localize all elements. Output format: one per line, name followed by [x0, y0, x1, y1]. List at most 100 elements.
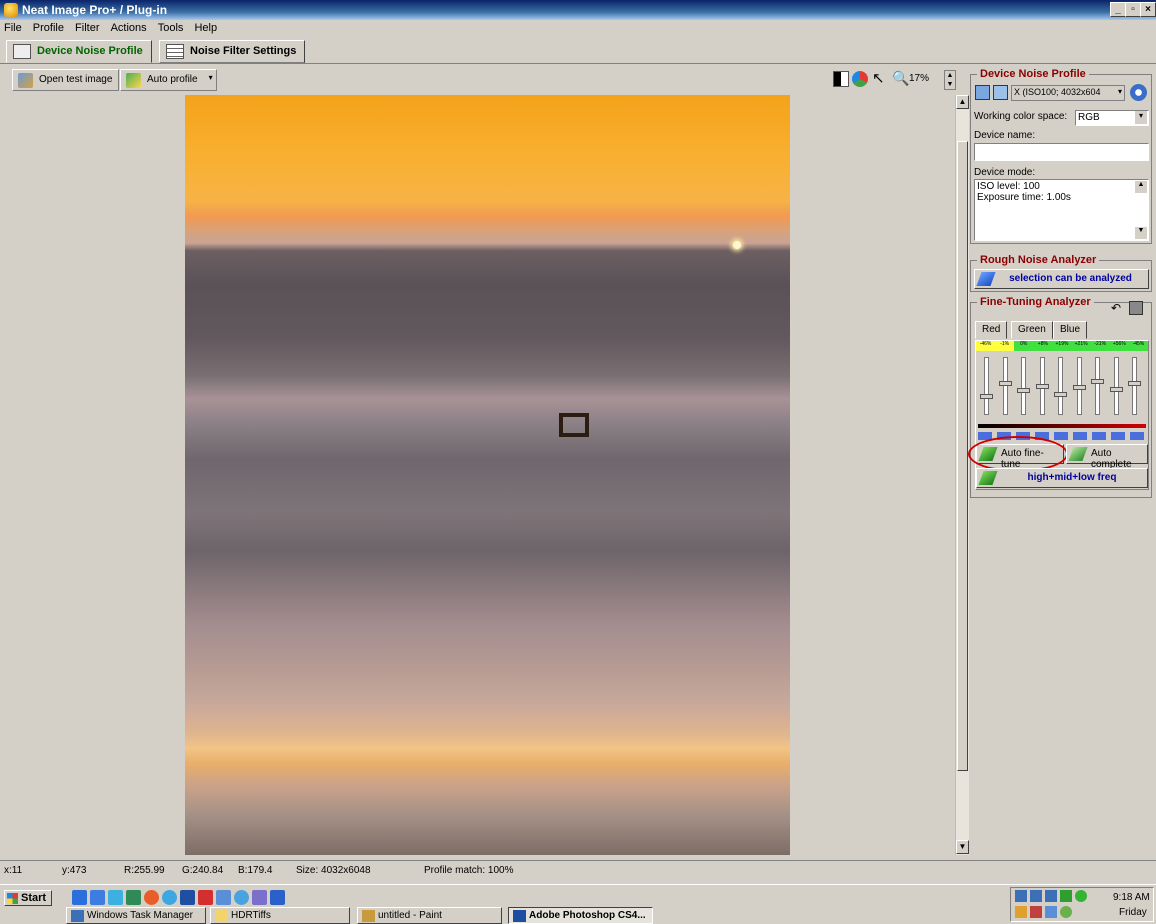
scroll-up-icon[interactable]: ▲ [956, 95, 969, 109]
fine-tune-slider[interactable] [1128, 357, 1141, 415]
slider-knob[interactable] [998, 381, 1012, 386]
task-windows-task-manager[interactable]: Windows Task Manager [66, 907, 206, 924]
undo-icon[interactable]: ↶ [1111, 301, 1121, 315]
preview-image[interactable] [185, 95, 790, 855]
load-profile-icon[interactable] [975, 85, 990, 100]
tray-app-icon[interactable] [1060, 906, 1072, 918]
analyze-selection-button[interactable]: selection can be analyzed [974, 269, 1149, 289]
working-color-space-label: Working color space: [974, 111, 1068, 122]
fine-tune-slider[interactable] [1109, 357, 1123, 415]
title-bar: Neat Image Pro+ / Plug-in _ ▫ × [0, 0, 1156, 20]
minimize-button[interactable]: _ [1110, 2, 1126, 17]
channel-tab-blue[interactable]: Blue [1053, 321, 1088, 339]
fine-tuning-sliders: -46% -1% 0% +8% +19% +21% -21% +56% -45% Auto fi… [968, 340, 1149, 490]
compare-view-icon[interactable] [833, 71, 849, 87]
fine-tune-slider[interactable] [1072, 357, 1086, 415]
media-icon[interactable] [234, 890, 249, 905]
scroll-up-icon[interactable]: ▲ [1135, 181, 1147, 193]
slider-knob[interactable] [1035, 384, 1049, 389]
slider-knob[interactable] [1072, 385, 1086, 390]
system-tray: 9:18 AM Friday [1010, 887, 1154, 922]
fine-tune-slider[interactable] [1054, 357, 1067, 415]
open-test-image-button[interactable]: Open test image [12, 69, 120, 91]
wand-icon [1068, 447, 1088, 461]
menu-filter[interactable]: Filter [71, 20, 103, 34]
slider-knob[interactable] [1054, 392, 1067, 397]
fine-tune-slider[interactable] [980, 357, 993, 415]
slider-knob[interactable] [1091, 379, 1104, 384]
task-manager-icon [71, 910, 84, 922]
profile-select[interactable]: X (ISO100; 4032x604 ▾ [1011, 85, 1125, 101]
photoshop-icon[interactable] [180, 890, 195, 905]
tray-monitor-icon[interactable] [1030, 890, 1042, 902]
task-adobe-photoshop[interactable]: Adobe Photoshop CS4... [508, 907, 653, 924]
zoom-icon[interactable]: 🔍 [892, 70, 909, 87]
auto-profile-icon [126, 73, 141, 88]
channel-tab-green[interactable]: Green [1011, 321, 1053, 339]
task-untitled-paint[interactable]: untitled - Paint [357, 907, 502, 924]
menu-actions[interactable]: Actions [107, 20, 151, 34]
auto-complete-button[interactable]: Auto complete [1066, 444, 1148, 470]
zoom-spinner[interactable]: ▲ ▼ [944, 70, 956, 90]
tab-noise-filter-settings[interactable]: Noise Filter Settings [159, 40, 306, 63]
scroll-down-icon[interactable]: ▼ [956, 840, 969, 854]
button-label: high+mid+low freq [1027, 472, 1117, 483]
save-profile-icon[interactable] [993, 85, 1008, 100]
device-name-label: Device name: [974, 130, 1036, 141]
messenger-icon[interactable] [108, 890, 123, 905]
start-button[interactable]: Start [4, 890, 52, 906]
device-mode-textarea[interactable]: ISO level: 100 Exposure time: 1.00s ▲ ▼ [974, 179, 1149, 241]
tray-app-icon[interactable] [1015, 906, 1027, 918]
excel-icon[interactable] [126, 890, 141, 905]
menu-file[interactable]: File [0, 20, 26, 34]
slider-knob[interactable] [980, 394, 993, 399]
vertical-scrollbar[interactable]: ▲ ▼ [955, 95, 969, 855]
slider-knob[interactable] [1109, 387, 1123, 392]
scroll-down-icon[interactable]: ▼ [1135, 227, 1147, 239]
menu-profile[interactable]: Profile [29, 20, 68, 34]
tab-label: Noise Filter Settings [190, 45, 297, 57]
fine-tune-slider[interactable] [1017, 357, 1030, 415]
close-button[interactable]: × [1140, 2, 1156, 17]
menu-help[interactable]: Help [190, 20, 221, 34]
maximize-button[interactable]: ▫ [1125, 2, 1141, 17]
ie-icon[interactable] [72, 890, 87, 905]
globe-icon[interactable] [162, 890, 177, 905]
firefox-icon[interactable] [144, 890, 159, 905]
trash-icon[interactable] [1129, 301, 1143, 315]
slider-knob[interactable] [1017, 388, 1030, 393]
tab-device-noise-profile[interactable]: Device Noise Profile [6, 40, 152, 63]
task-hdrtiffs[interactable]: HDRTiffs [210, 907, 350, 924]
tray-volume-icon[interactable] [1045, 906, 1057, 918]
profile-info-icon[interactable] [1130, 84, 1147, 101]
analysis-selection-box[interactable] [559, 413, 589, 437]
scroll-thumb[interactable] [957, 141, 968, 771]
device-name-field[interactable] [974, 143, 1149, 161]
color-channels-icon[interactable] [852, 71, 868, 87]
slider-knob[interactable] [1128, 381, 1141, 386]
dropdown-arrow-icon[interactable]: ▾ [209, 73, 213, 82]
word-icon[interactable] [90, 890, 105, 905]
menu-tools[interactable]: Tools [154, 20, 188, 34]
frequency-mode-button[interactable]: high+mid+low freq [976, 468, 1148, 488]
arrow-app-icon[interactable] [270, 890, 285, 905]
network-icon[interactable] [216, 890, 231, 905]
fine-tune-slider[interactable] [998, 357, 1012, 415]
tray-app-icon[interactable] [1030, 906, 1042, 918]
tray-monitor-icon[interactable] [1045, 890, 1057, 902]
channel-tab-red[interactable]: Red [975, 321, 1008, 339]
working-color-space-select[interactable]: RGB ▾ [1075, 110, 1149, 126]
tray-status-icon[interactable] [1060, 890, 1072, 902]
pointer-tool-icon[interactable]: ↖ [872, 71, 885, 87]
fine-tune-slider[interactable] [1091, 357, 1104, 415]
right-panel: Device Noise Profile X (ISO100; 4032x604… [968, 66, 1156, 855]
auto-profile-button[interactable]: Auto profile ▾ [120, 69, 217, 91]
tray-monitor-icon[interactable] [1015, 890, 1027, 902]
acrobat-icon[interactable] [198, 890, 213, 905]
frequency-bar [978, 424, 1146, 428]
calc-icon[interactable] [252, 890, 267, 905]
tray-check-icon[interactable] [1075, 890, 1087, 902]
fine-tune-slider[interactable] [1035, 357, 1049, 415]
main-tabs: Device Noise Profile Noise Filter Settin… [0, 38, 1156, 64]
app-icon [4, 3, 18, 17]
